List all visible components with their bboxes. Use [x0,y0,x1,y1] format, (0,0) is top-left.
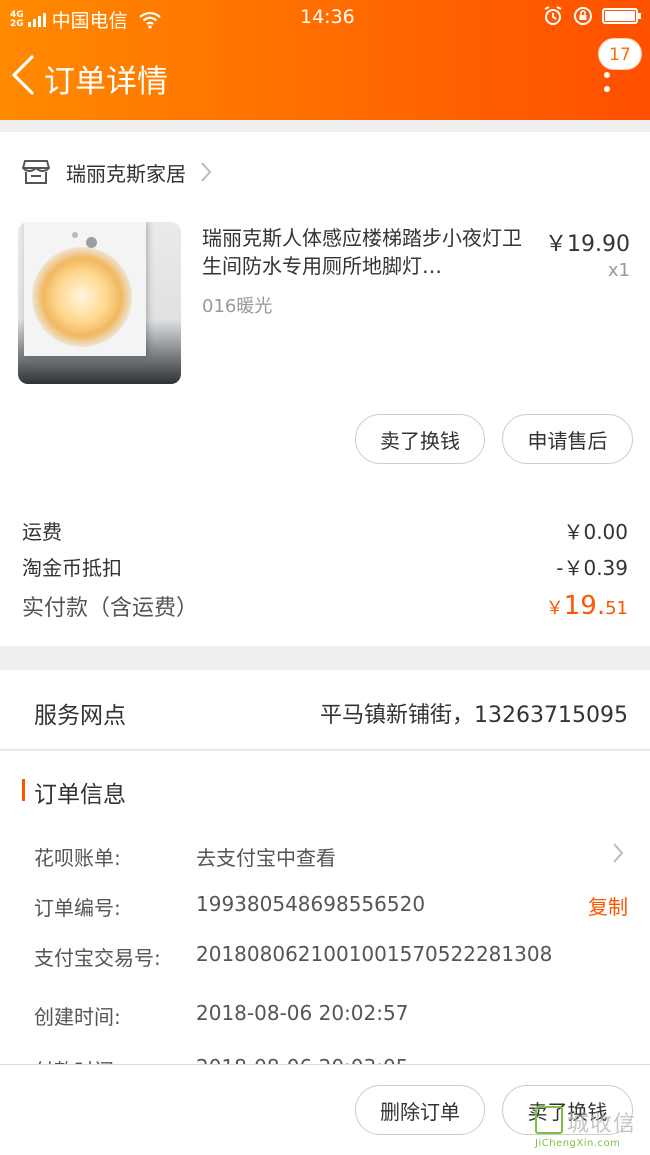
total-currency: ￥ [545,598,564,619]
delete-order-button[interactable]: 删除订单 [355,1085,485,1135]
shop-link[interactable]: 瑞丽克斯家居 [22,154,212,190]
product-quantity: x1 [607,260,630,281]
created-time-value: 2018-08-06 20:02:57 [196,1001,409,1025]
created-time-label: 创建时间: [34,1005,121,1029]
alipay-trade-label: 支付宝交易号: [34,946,161,970]
alipay-trade-value: 2018080621001001570522281308 [196,942,553,966]
network-type-label: 4G 2G [10,10,24,29]
order-info-title: 订单信息 [34,782,126,808]
after-sale-button[interactable]: 申请售后 [502,414,633,464]
product-thumbnail[interactable] [18,222,181,384]
app-header: 4G 2G 中国电信 14:36 订单详情 17 [0,0,650,120]
carrier-name: 中国电信 [51,10,128,32]
total-decimal: 51 [605,598,628,619]
site-watermark: 城收信 JiChengXin.com [535,1106,647,1152]
total-paid-label: 实付款（含运费） [22,596,199,621]
coin-deduction-row: 淘金币抵扣 -￥0.39 [22,552,628,581]
coin-deduction-value: -￥0.39 [556,556,628,580]
rotation-lock-icon [574,7,592,25]
product-sku: 016暖光 [202,296,273,317]
network-bottom-label: 2G [10,18,24,29]
alarm-icon [544,6,562,25]
order-info-section: 订单信息 花呗账单: 去支付宝中查看 订单编号: 199380548698556… [0,751,650,1071]
order-item-card: 瑞丽克斯家居 瑞丽克斯人体感应楼梯踏步小夜灯卫生间防水专用厕所地脚灯… 016暖… [0,132,650,646]
status-time: 14:36 [300,6,355,28]
service-point-value: 平马镇新铺街，13263715095 [320,703,628,728]
message-count-badge[interactable]: 17 [598,38,642,70]
huabei-bill-link[interactable]: 去支付宝中查看 [196,842,336,871]
chevron-right-icon[interactable] [612,842,624,864]
page-title: 订单详情 [44,64,168,100]
watermark-url: JiChengXin.com [535,1138,621,1149]
product-price: ￥19.90 [545,232,630,257]
watermark-logo-icon [535,1106,563,1134]
total-integer: 19. [563,591,606,621]
section-accent-bar [22,779,25,801]
sell-for-cash-button[interactable]: 卖了换钱 [355,414,485,464]
battery-icon [602,8,641,24]
shop-name: 瑞丽克斯家居 [66,161,186,186]
more-dots-icon[interactable] [600,72,614,94]
order-number-label: 订单编号: [34,896,121,920]
total-paid-value: ￥19.51 [546,591,628,621]
signal-icon [27,12,46,27]
shipping-value: ￥0.00 [563,520,628,544]
coin-deduction-label: 淘金币抵扣 [22,556,122,580]
back-button[interactable] [8,54,42,96]
wifi-icon [138,11,161,29]
total-paid-row: 实付款（含运费） ￥19.51 [22,590,628,622]
order-number-value: 199380548698556520 [196,892,426,916]
copy-order-number-button[interactable]: 复制 [588,891,628,920]
huabei-bill-label: 花呗账单: [34,846,121,870]
status-bar: 4G 2G 中国电信 14:36 [0,0,650,34]
service-point-label: 服务网点 [34,703,126,729]
shipping-row: 运费 ￥0.00 [22,516,628,545]
chevron-right-icon [201,162,212,182]
shipping-label: 运费 [22,520,62,544]
status-bar-right [542,6,641,26]
back-arrow-icon [12,55,34,95]
service-point-row: 服务网点 平马镇新铺街，13263715095 [0,670,650,750]
status-bar-left: 4G 2G 中国电信 [10,6,162,33]
product-title[interactable]: 瑞丽克斯人体感应楼梯踏步小夜灯卫生间防水专用厕所地脚灯… [202,224,532,280]
store-icon [22,160,50,184]
watermark-text: 城收信 [567,1112,637,1137]
